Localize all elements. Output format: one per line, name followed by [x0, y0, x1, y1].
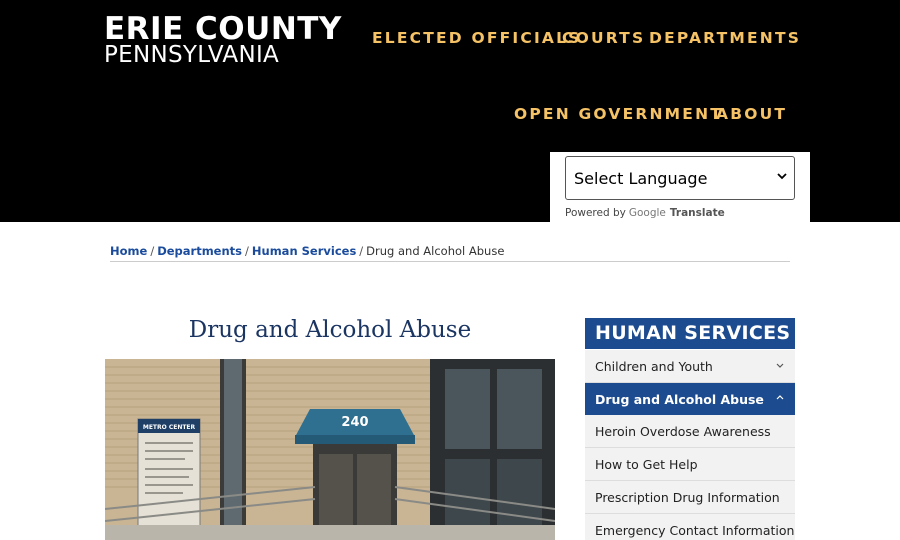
chevron-down-icon — [777, 173, 787, 180]
nav-departments[interactable]: DEPARTMENTS — [649, 29, 801, 47]
google-translate-widget: Select Language Powered by Google Transl… — [550, 152, 810, 222]
building-illustration: 240 METRO CENTER — [105, 359, 555, 540]
sidebar-item-prescription-drug-information[interactable]: Prescription Drug Information — [585, 481, 795, 514]
page-title: Drug and Alcohol Abuse — [188, 317, 472, 343]
logo-line-2: PENNSYLVANIA — [104, 42, 280, 68]
sidebar-item-label: Children and Youth — [595, 359, 713, 374]
site-logo[interactable]: ERIE COUNTY PENNSYLVANIA — [104, 11, 342, 68]
sidebar-item-label: Prescription Drug Information — [595, 490, 780, 505]
sidebar-item-label: Drug and Alcohol Abuse — [595, 392, 764, 407]
sidebar-item-children-and-youth[interactable]: Children and Youth — [585, 350, 795, 383]
sidebar-item-drug-and-alcohol-abuse[interactable]: Drug and Alcohol Abuse — [585, 383, 795, 416]
breadcrumb: Home / Departments / Human Services / Drug and… — [110, 244, 790, 262]
breadcrumb-separator: / — [245, 244, 249, 258]
logo-line-1: ERIE COUNTY — [104, 11, 342, 47]
language-select[interactable]: Select Language — [565, 156, 795, 200]
chevron-down-icon[interactable] — [775, 360, 785, 370]
hero-building-photo: 240 METRO CENTER — [105, 359, 555, 540]
sidebar-item-label: Emergency Contact Information — [595, 523, 795, 538]
translate-link[interactable]: Translate — [670, 207, 725, 219]
sidebar-item-heroin-overdose-awareness[interactable]: Heroin Overdose Awareness — [585, 415, 795, 448]
sign-title: METRO CENTER — [143, 424, 196, 431]
nav-about[interactable]: ABOUT — [716, 105, 787, 123]
breadcrumb-departments[interactable]: Departments — [157, 244, 242, 258]
chevron-up-icon[interactable] — [775, 393, 785, 403]
sidebar-header: HUMAN SERVICES — [585, 318, 795, 349]
page: ERIE COUNTY PENNSYLVANIA ELECTED OFFICIA… — [0, 0, 900, 540]
powered-by-google: Powered by Google Translate — [565, 207, 725, 219]
breadcrumb-current: Drug and Alcohol Abuse — [366, 244, 505, 258]
breadcrumb-separator: / — [359, 244, 364, 258]
sidebar-item-label: How to Get Help — [595, 457, 698, 472]
site-header: ERIE COUNTY PENNSYLVANIA ELECTED OFFICIA… — [0, 0, 900, 222]
powered-by-label: Powered by — [565, 207, 626, 219]
breadcrumb-human-services[interactable]: Human Services — [252, 244, 356, 258]
breadcrumb-separator: / — [150, 244, 155, 258]
google-logo: Google — [628, 207, 666, 219]
building-number: 240 — [341, 415, 368, 430]
nav-open-government[interactable]: OPEN GOVERNMENT — [514, 105, 723, 123]
nav-courts[interactable]: COURTS — [562, 29, 645, 47]
sidebar-item-label: Heroin Overdose Awareness — [595, 424, 771, 439]
sidebar-item-emergency-contact-information[interactable]: Emergency Contact Information — [585, 514, 795, 540]
language-select-value: Select Language — [574, 168, 708, 188]
nav-elected-officials[interactable]: ELECTED OFFICIALS — [372, 29, 582, 47]
sidebar-item-how-to-get-help[interactable]: How to Get Help — [585, 448, 795, 481]
breadcrumb-home[interactable]: Home — [110, 244, 147, 258]
